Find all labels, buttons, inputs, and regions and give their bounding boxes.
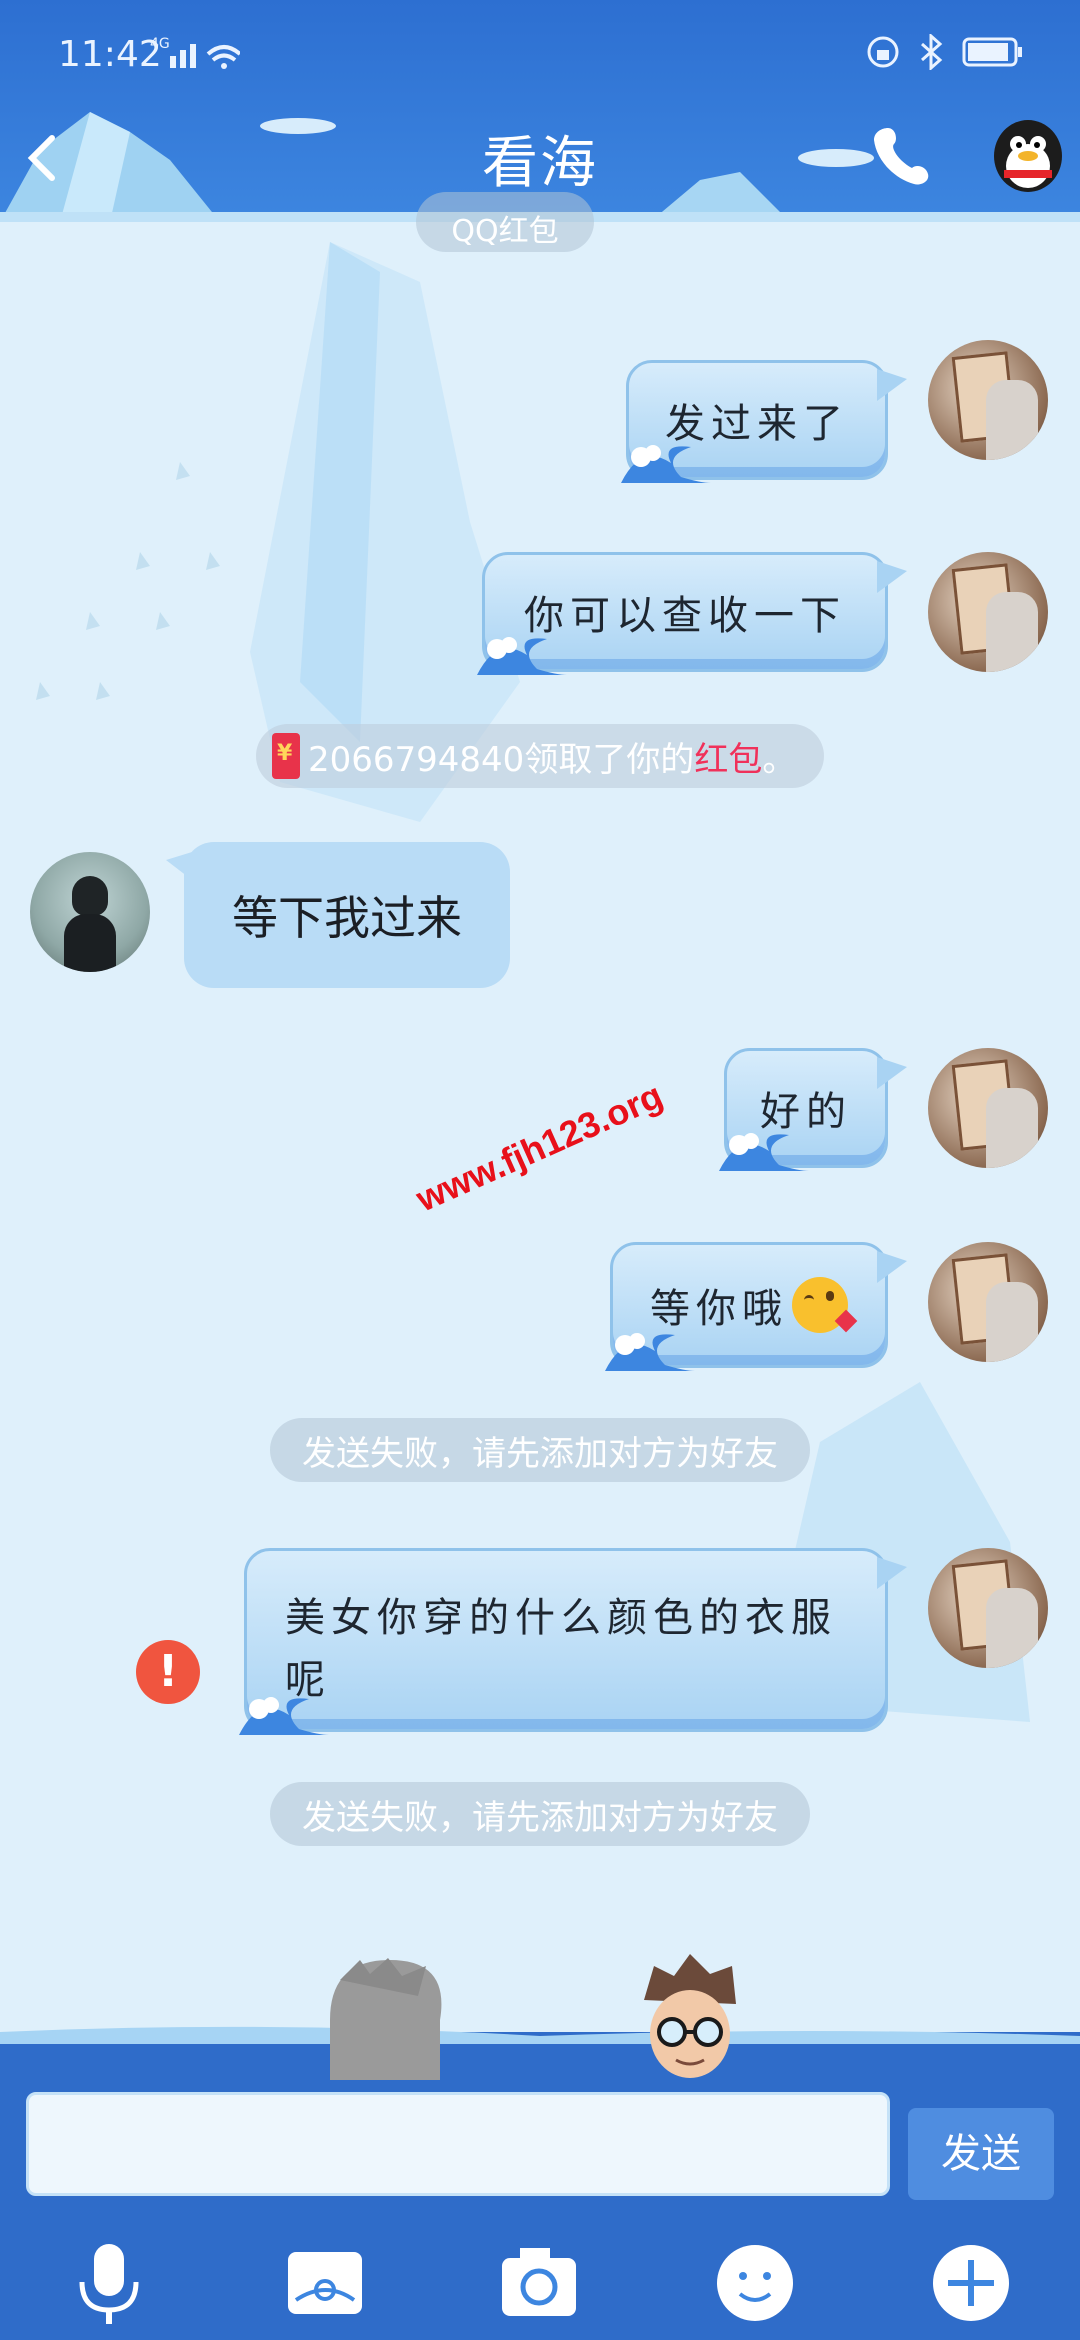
- redpacket-notice-suffix: 。: [762, 739, 797, 780]
- wave-decoration: [605, 1333, 695, 1371]
- wave-decoration: [621, 445, 711, 483]
- status-right-icons: [866, 34, 1024, 70]
- battery-icon: [962, 37, 1022, 67]
- redpacket-label-pill: QQ红包: [416, 192, 594, 252]
- cellular-signal-icon: 4G: [150, 36, 240, 69]
- wave-decoration: [239, 1697, 329, 1735]
- my-avatar[interactable]: [928, 1048, 1048, 1168]
- message-input[interactable]: [26, 2092, 890, 2196]
- my-message-bubble[interactable]: 美女你穿的什么颜色的衣服 呢: [239, 1548, 907, 1735]
- my-avatar[interactable]: [928, 1242, 1048, 1362]
- wave-decoration: [477, 637, 567, 675]
- my-message-bubble[interactable]: 等你哦: [605, 1242, 907, 1371]
- bubble-tail: [877, 1557, 907, 1589]
- my-message-bubble[interactable]: 发过来了: [621, 360, 907, 483]
- status-time: 11:42: [58, 34, 162, 75]
- bubble-tail: [877, 1057, 907, 1089]
- my-avatar[interactable]: [928, 340, 1048, 460]
- bubble-tail: [877, 561, 907, 593]
- redpacket-notice: 2066794840领取了你的 红包 。: [256, 724, 824, 788]
- message-text-line: 美女你穿的什么颜色的衣服: [285, 1595, 837, 1641]
- wave-decoration: [719, 1133, 809, 1171]
- cartoon-character-glasses: [644, 1954, 736, 2078]
- bubble-tail: [877, 1251, 907, 1283]
- redpacket-icon: [272, 733, 300, 779]
- my-message-bubble[interactable]: 好的: [719, 1048, 907, 1171]
- my-message-bubble[interactable]: 你可以查收一下: [477, 552, 907, 675]
- network-type-label: 4G: [150, 36, 170, 52]
- phone-icon[interactable]: [870, 118, 942, 190]
- my-avatar[interactable]: [928, 1548, 1048, 1668]
- iceberg-background-decoration: [36, 242, 1030, 1722]
- send-failed-notice: 发送失败，请先添加对方为好友: [270, 1418, 810, 1482]
- input-toolbar: [0, 2230, 1080, 2340]
- chat-header: 11:42 4G 看海: [0, 0, 1080, 222]
- send-failed-icon[interactable]: !: [136, 1640, 200, 1704]
- picture-icon[interactable]: [282, 2240, 368, 2326]
- send-button[interactable]: 发送: [908, 2108, 1054, 2200]
- bubble-tail: [166, 852, 192, 880]
- friend-message-bubble[interactable]: 等下我过来: [166, 842, 510, 988]
- penguin-avatar-icon[interactable]: [988, 110, 1068, 194]
- microphone-icon[interactable]: [66, 2240, 152, 2326]
- message-text: 等下我过来: [232, 891, 462, 945]
- emoji-icon[interactable]: [712, 2240, 798, 2326]
- lock-rotation-icon: [867, 36, 899, 68]
- redpacket-link[interactable]: 红包: [694, 732, 762, 781]
- plus-icon[interactable]: [928, 2240, 1014, 2326]
- bluetooth-icon: [921, 34, 943, 70]
- bubble-tail: [877, 369, 907, 401]
- kiss-emoji-icon: [792, 1277, 858, 1333]
- friend-avatar[interactable]: [30, 852, 150, 972]
- cartoon-character-grey: [330, 1958, 442, 2080]
- chat-area[interactable]: QQ红包 发过来了 你可以查收一下 2066794840领取了你的 红包 。 等…: [0, 192, 1080, 2022]
- redpacket-notice-text: 2066794840领取了你的: [308, 739, 695, 780]
- camera-icon[interactable]: [496, 2240, 582, 2326]
- send-failed-notice: 发送失败，请先添加对方为好友: [270, 1782, 810, 1846]
- status-bar: 11:42 4G: [0, 0, 1080, 110]
- my-avatar[interactable]: [928, 552, 1048, 672]
